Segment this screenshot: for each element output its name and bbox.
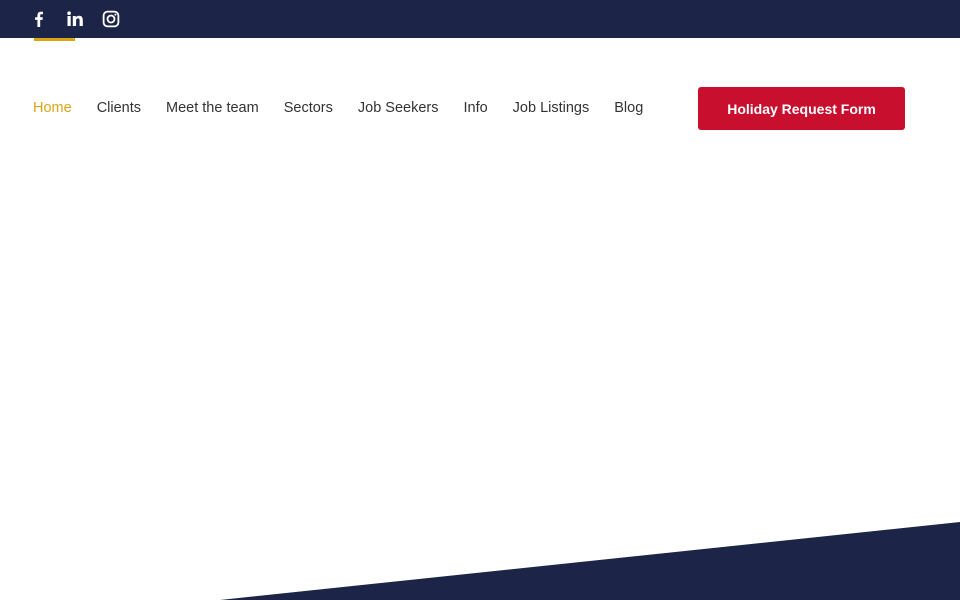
nav-item-job-listings[interactable]: Job Listings: [513, 98, 590, 118]
nav-item-home[interactable]: Home: [33, 98, 72, 118]
nav-item-clients[interactable]: Clients: [97, 98, 141, 118]
linkedin-link[interactable]: [65, 9, 85, 29]
instagram-icon: [102, 10, 120, 28]
holiday-request-form-button[interactable]: Holiday Request Form: [698, 87, 905, 130]
hero-section: [0, 140, 960, 530]
instagram-link[interactable]: [101, 9, 121, 29]
linkedin-icon: [67, 11, 83, 26]
social-links: [29, 9, 121, 29]
page: Home Clients Meet the team Sectors Job S…: [0, 0, 960, 600]
nav-item-blog[interactable]: Blog: [614, 98, 643, 118]
main-nav: Home Clients Meet the team Sectors Job S…: [33, 98, 668, 118]
top-bar: [0, 0, 960, 38]
nav-item-job-seekers[interactable]: Job Seekers: [358, 98, 439, 118]
nav-item-info[interactable]: Info: [463, 98, 487, 118]
nav-item-sectors[interactable]: Sectors: [284, 98, 333, 118]
active-nav-indicator: [34, 38, 75, 41]
nav-item-meet-the-team[interactable]: Meet the team: [166, 98, 259, 118]
footer-diagonal-band: [220, 522, 960, 600]
facebook-link[interactable]: [29, 9, 49, 29]
facebook-icon: [35, 11, 43, 27]
